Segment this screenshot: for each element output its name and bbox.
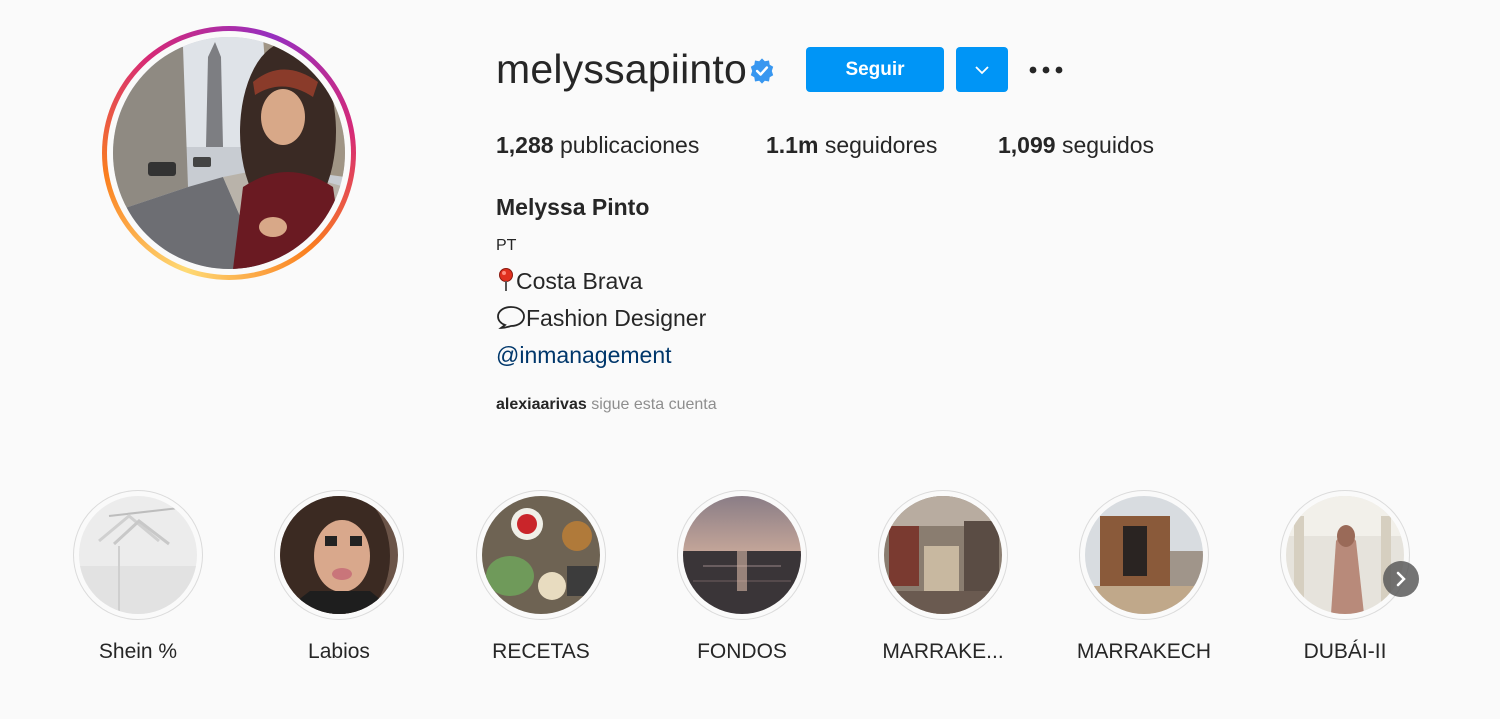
followed-by-user[interactable]: alexiaarivas <box>496 396 587 413</box>
bio-occupation-text: Fashion Designer <box>526 305 707 331</box>
highlight-cover <box>683 496 801 614</box>
verified-badge-icon <box>750 58 774 84</box>
username: melyssapiinto <box>496 46 747 92</box>
following-link[interactable]: 1,099 seguidos <box>998 132 1154 159</box>
highlight-cover <box>79 496 197 614</box>
following-label: seguidos <box>1061 132 1155 158</box>
highlight-item[interactable]: Shein % <box>63 490 213 664</box>
bio-line-occupation: Fashion Designer <box>496 305 706 332</box>
posts-label: publicaciones <box>559 132 700 158</box>
follow-button[interactable]: Seguir <box>806 47 944 92</box>
speech-bubble-icon <box>497 306 525 329</box>
highlight-cover <box>884 496 1002 614</box>
suggested-dropdown-button[interactable] <box>956 47 1008 92</box>
followers-label: seguidores <box>824 132 938 158</box>
bio-line-country: PT <box>496 237 517 254</box>
highlight-label: RECETAS <box>492 640 590 663</box>
chevron-right-icon <box>1396 571 1406 587</box>
followers-link[interactable]: 1.1m seguidores <box>766 132 937 159</box>
highlight-cover <box>280 496 398 614</box>
highlight-label: Labios <box>308 640 370 663</box>
highlight-label: MARRAKECH <box>1076 640 1212 663</box>
followers-value: 1.1m <box>766 132 819 158</box>
bio-location-text: Costa Brava <box>516 268 643 294</box>
more-options-button[interactable] <box>1024 50 1068 90</box>
highlight-label: FONDOS <box>697 640 787 663</box>
highlight-item[interactable]: RECETAS <box>466 490 616 664</box>
avatar-photo <box>113 37 345 269</box>
following-value: 1,099 <box>998 132 1056 158</box>
bio-line-location: Costa Brava <box>496 268 643 295</box>
chevron-down-icon <box>975 65 989 74</box>
pin-icon <box>499 268 513 291</box>
posts-count: 1,288 publicaciones <box>496 132 699 159</box>
highlights-next-button[interactable] <box>1383 561 1419 597</box>
followed-by[interactable]: alexiaarivas sigue esta cuenta <box>496 396 717 414</box>
highlight-label: MARRAKE... <box>882 640 1004 663</box>
bio-mention-link[interactable]: @inmanagement <box>496 342 672 369</box>
profile-avatar[interactable] <box>102 26 356 280</box>
full-name: Melyssa Pinto <box>496 194 650 220</box>
highlight-label: DUBÁI-II <box>1303 640 1387 663</box>
more-dots-icon <box>1029 66 1063 74</box>
highlight-item[interactable]: Labios <box>264 490 414 664</box>
highlight-item[interactable]: FONDOS <box>667 490 817 664</box>
highlight-cover <box>1286 496 1404 614</box>
followed-by-text: sigue esta cuenta <box>591 396 717 413</box>
posts-value: 1,288 <box>496 132 554 158</box>
highlight-cover <box>482 496 600 614</box>
highlight-cover <box>1085 496 1203 614</box>
highlight-item[interactable]: MARRAKECH <box>1069 490 1219 664</box>
highlight-item[interactable]: MARRAKE... <box>868 490 1018 664</box>
highlight-label: Shein % <box>98 640 178 663</box>
